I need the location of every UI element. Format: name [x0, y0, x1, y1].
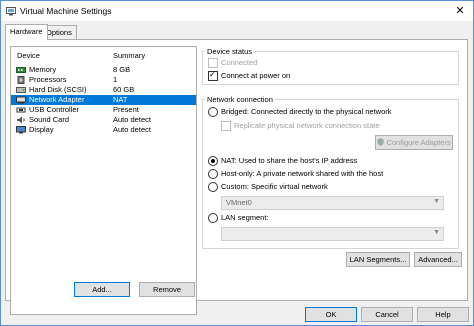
help-button[interactable]: Help [417, 307, 469, 322]
device-status-legend: Device status [205, 47, 255, 56]
memory-icon [16, 67, 26, 73]
device-summary: 8 GB [113, 65, 131, 74]
lan-segment-radio[interactable] [208, 213, 218, 223]
replicate-state-checkbox[interactable] [221, 121, 231, 131]
device-name: Memory [29, 65, 57, 74]
ok-button[interactable]: OK [305, 307, 357, 322]
processor-icon [17, 76, 25, 84]
device-row-processors[interactable]: Processors 1 [11, 75, 196, 85]
device-summary: 1 [113, 75, 118, 84]
chevron-down-icon: ▼ [433, 229, 440, 236]
tab-hardware-label: Hardware [10, 27, 43, 36]
lan-segment-select[interactable]: ▼ [221, 227, 444, 241]
remove-button[interactable]: Remove [139, 282, 195, 297]
device-name: Hard Disk (SCSI) [29, 85, 87, 94]
add-button[interactable]: Add... [74, 282, 130, 297]
network-connection-group: Network connection Bridged: Connected di… [202, 95, 459, 249]
device-row-display[interactable]: Display Auto detect [11, 125, 196, 135]
replicate-state-label: Replicate physical network connection st… [234, 121, 380, 130]
nat-label: NAT: Used to share the host's IP address [221, 156, 358, 165]
custom-label: Custom: Specific virtual network [221, 182, 328, 191]
summary-column-header: Summary [113, 51, 146, 60]
window-title: Virtual Machine Settings [20, 6, 112, 16]
device-status-group: Device status Connected Connect at power… [202, 47, 459, 85]
host-only-radio[interactable] [208, 169, 218, 179]
device-row-network-adapter[interactable]: Network Adapter NAT [11, 95, 196, 105]
display-icon [16, 126, 26, 134]
bridged-radio[interactable] [208, 107, 218, 117]
chevron-down-icon: ▼ [433, 198, 440, 205]
device-name: Display [29, 125, 54, 134]
advanced-button[interactable]: Advanced... [414, 252, 462, 267]
connect-at-power-on-label: Connect at power on [221, 71, 291, 80]
connected-label: Connected [221, 58, 258, 67]
custom-network-value: VMnet0 [226, 198, 252, 207]
nat-radio[interactable] [208, 156, 218, 166]
connect-at-power-on-checkbox[interactable] [208, 70, 218, 81]
vm-app-icon [6, 7, 16, 16]
shield-icon [377, 138, 384, 146]
host-only-label: Host-only: A private network shared with… [221, 169, 384, 178]
hard-disk-icon [16, 87, 26, 93]
network-connection-legend: Network connection [205, 95, 275, 104]
device-name: Network Adapter [29, 95, 85, 104]
usb-icon [16, 107, 26, 113]
device-summary: NAT [113, 95, 128, 104]
bridged-label: Bridged: Connected directly to the physi… [221, 107, 392, 116]
configure-adapters-button[interactable]: Configure Adapters [375, 135, 453, 150]
device-name: USB Controller [29, 105, 80, 114]
custom-network-select[interactable]: VMnet0 ▼ [221, 196, 444, 210]
device-column-header: Device [17, 51, 40, 60]
settings-window: Virtual Machine Settings ✕ Hardware Opti… [0, 0, 474, 326]
device-list[interactable]: Device Summary Memory 8 GB Processors 1 … [10, 46, 197, 315]
device-row-usb-controller[interactable]: USB Controller Present [11, 105, 196, 115]
device-summary: Auto detect [113, 125, 151, 134]
device-row-hard-disk[interactable]: Hard Disk (SCSI) 60 GB [11, 85, 196, 95]
custom-radio[interactable] [208, 182, 218, 192]
title-bar: Virtual Machine Settings ✕ [1, 1, 473, 21]
hardware-panel: Device Summary Memory 8 GB Processors 1 … [5, 39, 468, 315]
device-summary: Present [113, 105, 139, 114]
device-name: Sound Card [29, 115, 70, 124]
lan-segments-button[interactable]: LAN Segments... [346, 252, 410, 267]
device-summary: 60 GB [113, 85, 135, 94]
network-adapter-icon [16, 96, 26, 104]
lan-segment-label: LAN segment: [221, 213, 269, 222]
connected-checkbox[interactable] [208, 58, 218, 68]
device-name: Processors [29, 75, 67, 84]
configure-adapters-label: Configure Adapters [386, 138, 451, 147]
cancel-button[interactable]: Cancel [361, 307, 413, 322]
tab-options-label: Options [46, 28, 72, 37]
device-row-memory[interactable]: Memory 8 GB [11, 65, 196, 75]
device-summary: Auto detect [113, 115, 151, 124]
device-row-sound-card[interactable]: Sound Card Auto detect [11, 115, 196, 125]
close-button[interactable]: ✕ [451, 4, 469, 18]
tab-hardware[interactable]: Hardware [5, 24, 48, 40]
sound-card-icon [17, 116, 25, 124]
